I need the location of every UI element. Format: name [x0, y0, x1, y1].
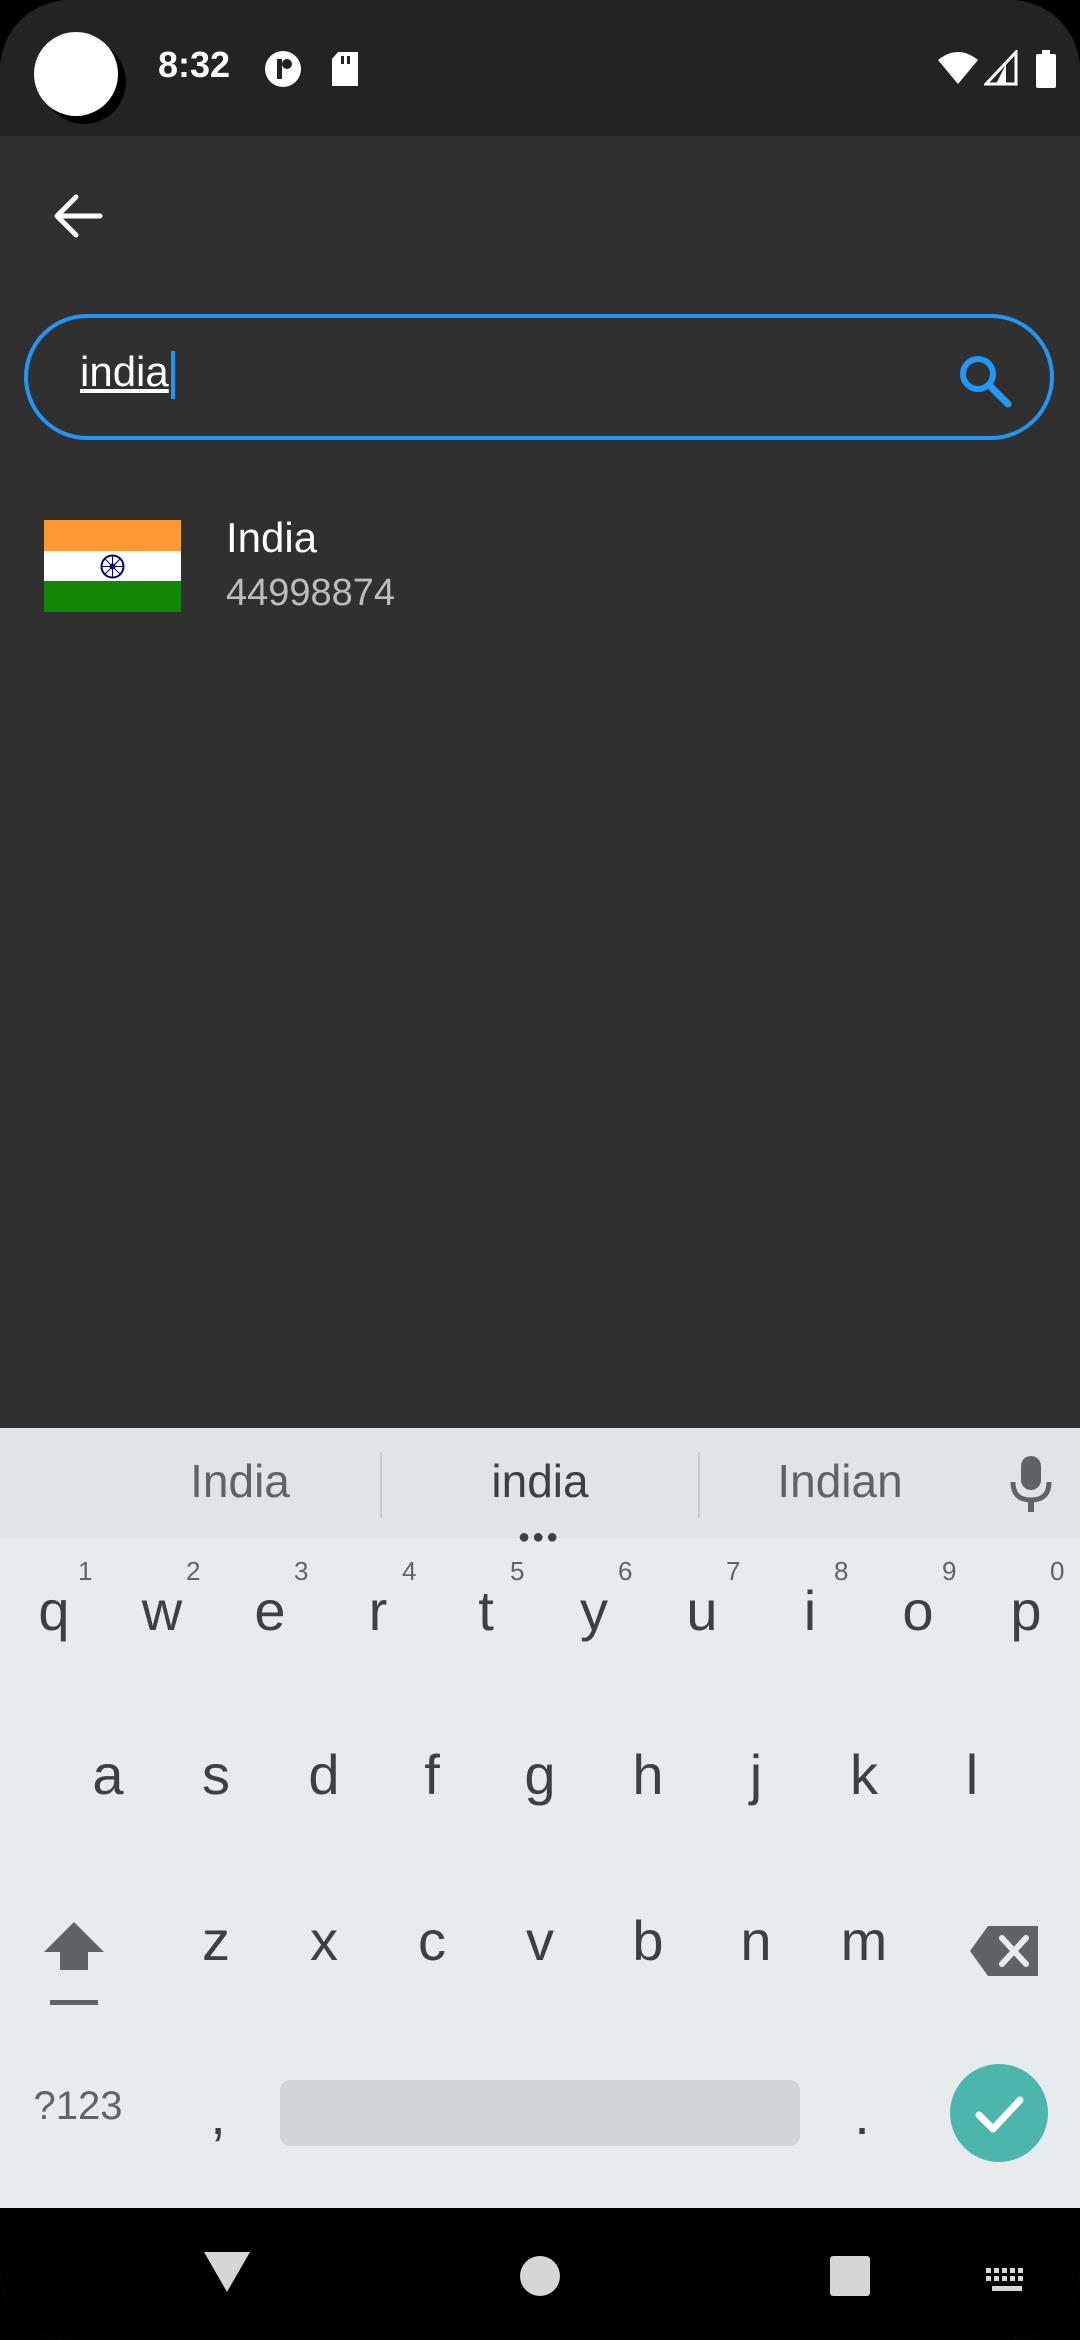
key-e[interactable]: e: [216, 1578, 324, 1643]
suggestion-3[interactable]: Indian: [720, 1454, 960, 1508]
country-value: 44998874: [226, 572, 396, 614]
key-r[interactable]: r: [324, 1578, 432, 1643]
key-hint-2: 3: [294, 1556, 309, 1586]
cellular-signal-icon: [984, 50, 1018, 86]
key-j[interactable]: j: [702, 1742, 810, 1807]
key-t[interactable]: t: [432, 1578, 540, 1643]
text-cursor: [170, 350, 175, 399]
key-s[interactable]: s: [162, 1742, 270, 1807]
shift-icon[interactable]: [40, 1918, 108, 2018]
key-a[interactable]: a: [54, 1742, 162, 1807]
back-triangle-icon[interactable]: [202, 2250, 252, 2294]
search-query: india: [80, 348, 169, 395]
list-item[interactable]: India 44998874: [0, 500, 1080, 640]
key-l[interactable]: l: [918, 1742, 1026, 1807]
country-name: India: [226, 514, 318, 561]
notification-icon: [265, 51, 301, 87]
key-f[interactable]: f: [378, 1742, 486, 1807]
home-circle-icon[interactable]: [518, 2254, 562, 2298]
india-flag-icon: [44, 520, 181, 612]
key-y[interactable]: y: [540, 1578, 648, 1643]
period-key[interactable]: .: [808, 2082, 916, 2147]
suggestion-strip: India india Indian ●●●: [0, 1428, 1080, 1548]
key-hint-8: 9: [942, 1556, 957, 1586]
key-d[interactable]: d: [270, 1742, 378, 1807]
camera-cutout: [34, 32, 118, 116]
status-time: 8:32: [158, 44, 231, 85]
key-o[interactable]: o: [864, 1578, 972, 1643]
more-suggestions-dots: ●●●: [518, 1526, 561, 1548]
key-v[interactable]: v: [486, 1908, 594, 1973]
key-h[interactable]: h: [594, 1742, 702, 1807]
screen: 8:32 india India 44998874 India india In…: [0, 0, 1080, 2340]
key-b[interactable]: b: [594, 1908, 702, 1973]
status-bar: 8:32: [0, 0, 1080, 136]
key-n[interactable]: n: [702, 1908, 810, 1973]
key-hint-0: 1: [78, 1556, 93, 1586]
wifi-icon: [938, 52, 978, 84]
key-hint-1: 2: [186, 1556, 201, 1586]
key-m[interactable]: m: [810, 1908, 918, 1973]
key-hint-6: 7: [726, 1556, 741, 1586]
key-hint-4: 5: [510, 1556, 525, 1586]
checkmark-icon: [975, 2096, 1024, 2133]
key-g[interactable]: g: [486, 1742, 594, 1807]
key-c[interactable]: c: [378, 1908, 486, 1973]
backspace-icon[interactable]: [968, 1924, 1040, 1978]
suggestion-divider: [380, 1452, 382, 1518]
sd-card-icon: [332, 52, 358, 86]
key-q[interactable]: q: [0, 1578, 108, 1643]
key-hint-9: 0: [1050, 1556, 1065, 1586]
key-w[interactable]: w: [108, 1578, 216, 1643]
search-input[interactable]: india: [80, 348, 175, 399]
comma-key[interactable]: ,: [164, 2082, 272, 2147]
key-hint-5: 6: [618, 1556, 633, 1586]
key-k[interactable]: k: [810, 1742, 918, 1807]
key-u[interactable]: u: [648, 1578, 756, 1643]
suggestion-divider: [698, 1452, 700, 1518]
space-bar[interactable]: [280, 2080, 800, 2146]
key-z[interactable]: z: [162, 1908, 270, 1973]
suggestion-1[interactable]: India: [120, 1454, 360, 1508]
navigation-bar: [0, 2208, 1080, 2340]
key-hint-3: 4: [402, 1556, 417, 1586]
keyboard-switch-icon[interactable]: [984, 2266, 1030, 2296]
key-hint-7: 8: [834, 1556, 849, 1586]
microphone-icon[interactable]: [1004, 1454, 1058, 1514]
key-i[interactable]: i: [756, 1578, 864, 1643]
keyboard: India india Indian ●●● ?123 , . q 1 w 2 …: [0, 1428, 1080, 2208]
enter-key[interactable]: [950, 2064, 1048, 2162]
search-icon[interactable]: [956, 352, 1014, 410]
suggestion-2[interactable]: india: [420, 1454, 660, 1508]
key-p[interactable]: p: [972, 1578, 1080, 1643]
back-arrow-icon[interactable]: [48, 186, 108, 246]
recents-square-icon[interactable]: [828, 2254, 872, 2298]
key-x[interactable]: x: [270, 1908, 378, 1973]
symbols-key[interactable]: ?123: [18, 2084, 138, 2129]
battery-icon: [1036, 50, 1056, 88]
search-field[interactable]: india: [24, 314, 1054, 440]
